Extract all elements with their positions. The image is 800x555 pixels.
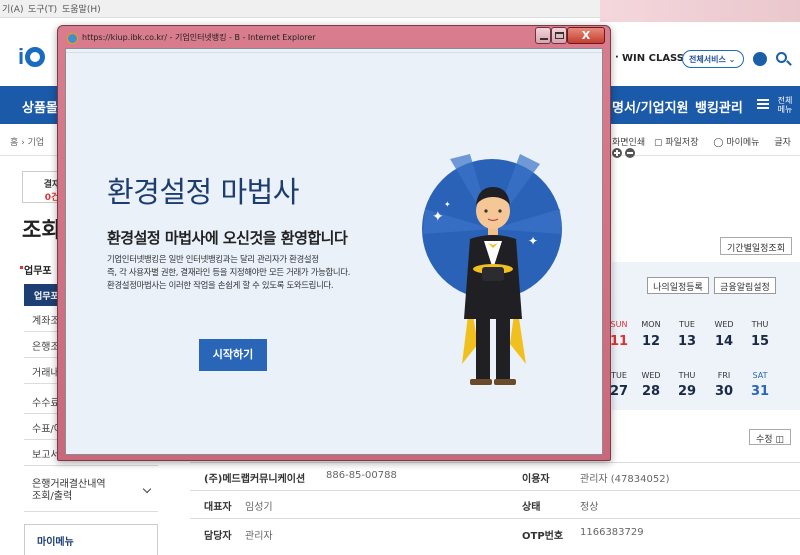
period-schedule-button[interactable]: 기간별일정조회: [720, 237, 792, 255]
wizard-desc-line: 기업인터넷뱅킹은 일반 인터넷뱅킹과는 달리 관리자가 환경설정: [107, 254, 319, 264]
cal-date[interactable]: 12: [634, 334, 668, 349]
cal-date[interactable]: 14: [707, 334, 741, 349]
cal-date[interactable]: 30: [707, 384, 741, 399]
rep-value: 임성기: [245, 502, 273, 513]
wizard-desc-line: 즉, 각 사용자별 권한, 결재라인 등을 지정해야만 모든 거래가 가능합니다…: [107, 267, 351, 277]
wizard-heading: 환경설정 마법사: [107, 175, 299, 209]
cal-day: WED: [714, 320, 734, 329]
cal-date[interactable]: 13: [670, 334, 704, 349]
cal-day: FRI: [717, 371, 731, 380]
utility-bar: 화면인쇄 ▢ 파일저장 ◯ 마이메뉴 글자: [612, 135, 800, 159]
minus-icon[interactable]: [624, 148, 635, 158]
my-menu-box[interactable]: 마이메뉴: [24, 524, 158, 555]
divider: [190, 462, 800, 463]
win-class-link[interactable]: WIN CLASS: [615, 52, 684, 64]
globe-icon[interactable]: [753, 52, 767, 66]
divider: [190, 518, 800, 519]
svg-text:✦: ✦: [528, 234, 538, 248]
setup-wizard-window[interactable]: https://kiup.ibk.co.kr/ - 기업인터넷뱅킹 - B - …: [57, 25, 611, 461]
user-label: 이용자: [522, 474, 550, 485]
hamburger-icon[interactable]: [757, 99, 769, 109]
all-menu-label[interactable]: 전체 메뉴: [775, 96, 795, 114]
user-value: 관리자 (47834052): [580, 474, 670, 485]
status-value: 정상: [580, 502, 599, 513]
nav-item-certificate[interactable]: 명서/기업지원: [612, 97, 689, 116]
file-save-link[interactable]: ▢ 파일저장: [654, 138, 705, 148]
cal-day: TUE: [679, 320, 695, 329]
ibk-logo[interactable]: i: [18, 44, 46, 70]
side-subtitle[interactable]: 업무포: [20, 262, 52, 277]
side-item-settlement[interactable]: 은행거래결산내역 조회/출력: [24, 474, 158, 512]
wizard-desc-line: 환경설정마법사는 이러한 작업을 손쉽게 할 수 있도록 도와드립니다.: [107, 280, 334, 290]
search-icon[interactable]: [776, 52, 787, 63]
svg-text:✦: ✦: [444, 200, 451, 209]
menu-item[interactable]: 기(A): [2, 2, 23, 15]
maximize-icon: [555, 32, 564, 39]
cal-day: THU: [751, 320, 769, 329]
status-label: 상태: [522, 502, 541, 513]
cal-date[interactable]: 28: [634, 384, 668, 399]
cal-day: SAT: [752, 371, 768, 380]
cal-date[interactable]: 15: [743, 334, 777, 349]
my-schedule-button[interactable]: 나의일정등록: [647, 277, 709, 294]
ie-favicon-icon: [67, 33, 78, 44]
butler-illustration: ✦ ✦ ✦: [422, 154, 562, 385]
browser-tab-strip: [600, 0, 800, 22]
minimize-button[interactable]: [535, 27, 551, 44]
menu-item-help[interactable]: 도움말(H): [62, 2, 101, 15]
wizard-welcome: 환경설정 마법사에 오신것을 환영합니다: [107, 229, 348, 247]
minimize-icon: [540, 38, 548, 40]
cal-day: THU: [678, 371, 696, 380]
all-service-dropdown[interactable]: 전체서비스 ⌄: [682, 50, 744, 68]
wizard-description: 기업인터넷뱅킹은 일반 인터넷뱅킹과는 달리 관리자가 환경설정 즉, 각 사용…: [107, 253, 397, 292]
manager-label: 담당자: [204, 531, 232, 542]
menu-item-tools[interactable]: 도구(T): [28, 2, 57, 15]
otp-label: OTP번호: [522, 531, 564, 542]
cal-date[interactable]: 29: [670, 384, 704, 399]
start-button[interactable]: 시작하기: [199, 339, 267, 371]
cal-day: MON: [641, 320, 661, 329]
rep-label: 대표자: [204, 502, 232, 513]
company-name: (주)메드랩커뮤니케이션: [204, 474, 306, 485]
content-top-strip: [66, 49, 602, 53]
edit-button[interactable]: 수정 ◫: [749, 429, 791, 445]
cal-date[interactable]: 31: [743, 384, 777, 399]
svg-text:✦: ✦: [432, 209, 444, 225]
my-menu-link[interactable]: ◯ 마이메뉴: [713, 138, 765, 148]
otp-value: 1166383729: [580, 527, 644, 538]
business-number: 886-85-00788: [326, 470, 397, 481]
close-button[interactable]: X: [567, 27, 605, 44]
nav-item-banking-admin[interactable]: 뱅킹관리: [695, 97, 743, 116]
breadcrumb[interactable]: 홈 › 기업: [10, 135, 44, 148]
plus-icon[interactable]: [612, 148, 622, 158]
finance-alert-button[interactable]: 금융알림설정: [714, 277, 776, 294]
print-link[interactable]: 화면인쇄: [612, 138, 645, 148]
window-title: https://kiup.ibk.co.kr/ - 기업인터넷뱅킹 - B - …: [82, 33, 316, 42]
nav-item-shop[interactable]: 상품몰: [22, 97, 58, 116]
side-title: 조회: [22, 218, 61, 242]
manager-value: 관리자: [245, 531, 273, 542]
wizard-content: 환경설정 마법사 환경설정 마법사에 오신것을 환영합니다 기업인터넷뱅킹은 일…: [65, 48, 603, 455]
maximize-button[interactable]: [551, 27, 567, 44]
chevron-down-icon: [142, 484, 152, 494]
divider: [190, 490, 800, 491]
cal-day: WED: [641, 371, 661, 380]
